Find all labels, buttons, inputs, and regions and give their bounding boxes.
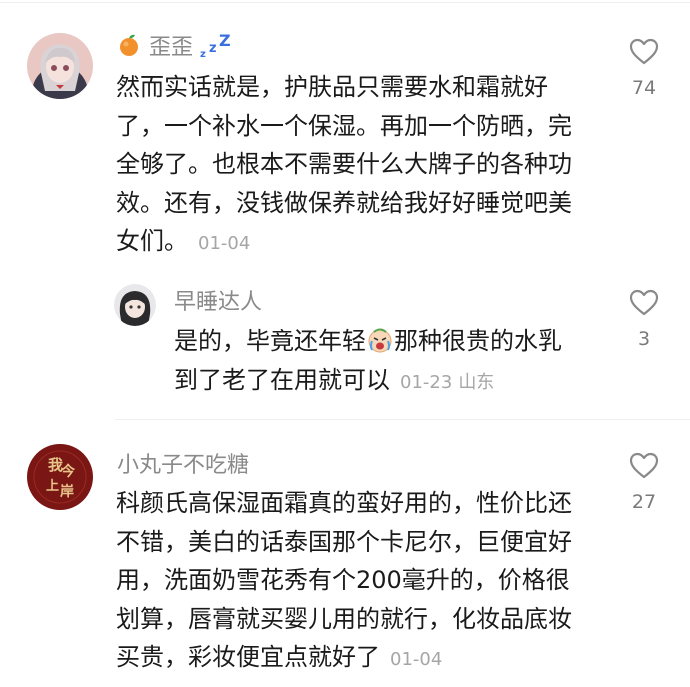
like-button[interactable]: 74 [614,38,674,99]
svg-text:z: z [209,41,217,56]
heart-icon [629,452,659,479]
crying-emoji-icon [366,326,394,354]
reply-location: 山东 [458,371,495,393]
svg-text:Z: Z [219,31,231,50]
comment-date: 01-04 [390,649,443,670]
avatar[interactable]: 我 今 上 岸 [27,444,93,510]
like-count: 27 [631,491,657,513]
svg-text:今: 今 [60,463,75,480]
svg-text:上: 上 [46,479,59,494]
reply-avatar[interactable] [114,284,156,326]
comment-author[interactable]: 小丸子不吃糖 [117,447,249,479]
zzz-icon: z z Z [199,31,233,59]
like-button[interactable]: 27 [614,452,674,513]
heart-icon [629,289,659,316]
comment-text[interactable]: 然而实话就是，护肤品只需要水和霜就好 了，一个补水一个保湿。再加一个防晒，完 全… [116,68,572,264]
comment-author[interactable]: 歪歪 [149,29,193,61]
comment-divider [115,419,690,420]
reply-date: 01-23 [400,371,453,393]
comment-date: 01-04 [198,233,251,254]
like-count: 74 [631,77,657,99]
top-divider [0,2,690,3]
svg-text:z: z [200,49,206,59]
avatar[interactable] [27,33,93,99]
comment-text[interactable]: 科颜氏高保湿面霜真的蛮好用的，性价比还 不错，美白的话泰国那个卡尼尔，巨便宜好 … [116,484,572,680]
heart-icon [629,38,659,65]
reply-text[interactable]: 是的，毕竟还年轻 那种很贵的水乳 到了老了在用就可以 01-23 山东 [174,322,562,402]
svg-text:岸: 岸 [60,483,74,500]
reply-like-button[interactable]: 3 [614,289,674,350]
reply-author[interactable]: 早睡达人 [174,284,262,316]
like-count: 3 [637,328,651,350]
orange-icon [117,33,141,57]
